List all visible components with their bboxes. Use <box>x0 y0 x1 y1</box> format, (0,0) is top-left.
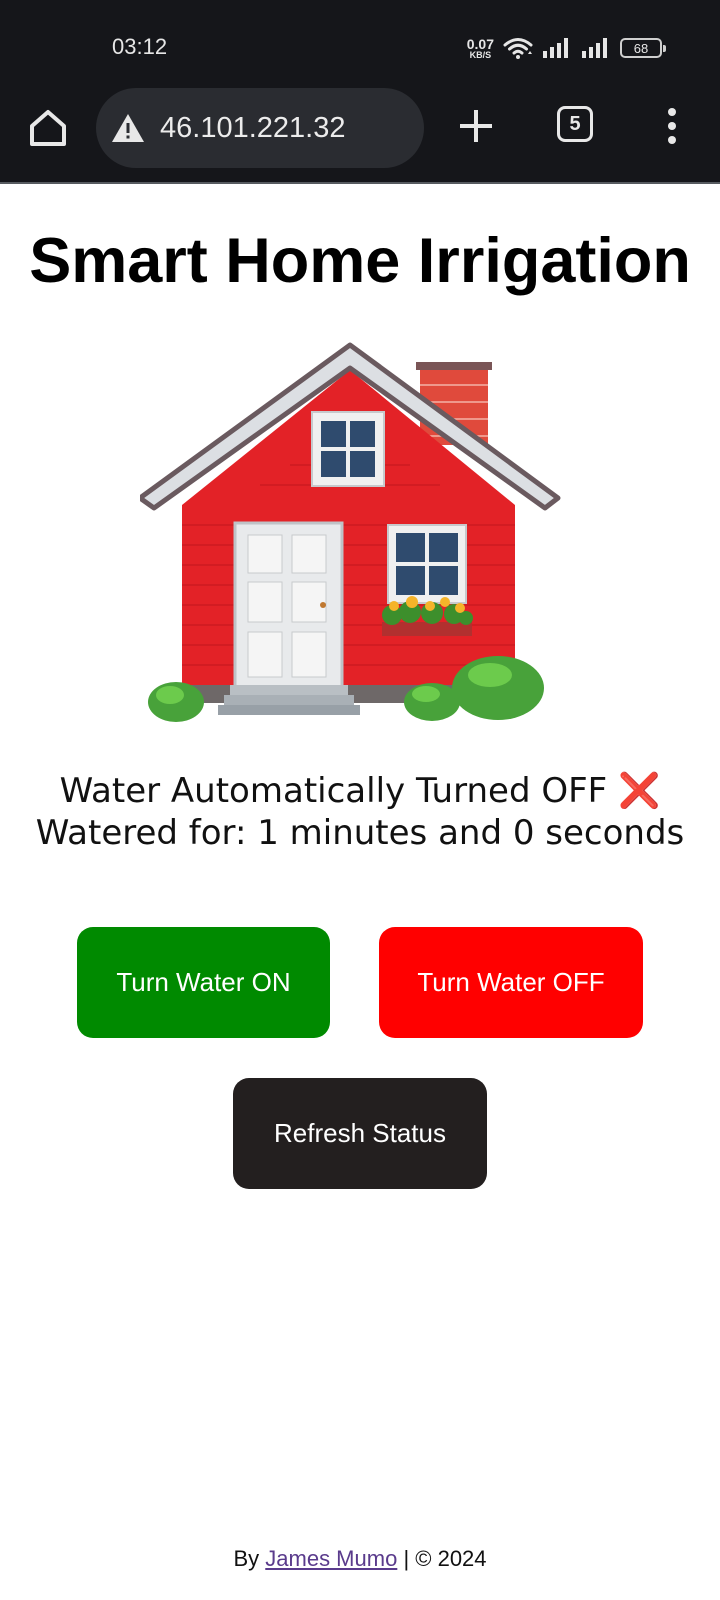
footer-prefix: By <box>233 1546 260 1571</box>
status-time: 03:12 <box>112 34 168 59</box>
more-vert-icon[interactable] <box>662 106 682 146</box>
toolbar-divider <box>0 182 720 184</box>
status-bar: 03:12 0.07 KB/S 68 <box>0 0 720 95</box>
house-illustration <box>140 342 561 722</box>
refresh-status-button[interactable]: Refresh Status <box>233 1078 487 1189</box>
home-icon[interactable] <box>26 106 70 150</box>
turn-water-off-button[interactable]: Turn Water OFF <box>379 927 643 1038</box>
plus-icon[interactable] <box>456 106 496 146</box>
battery-icon: 68 <box>620 38 666 58</box>
author-link[interactable]: James Mumo <box>265 1546 397 1571</box>
wifi-icon <box>503 38 533 59</box>
signal-icon <box>543 38 568 58</box>
browser-toolbar: 46.101.221.32 5 <box>0 84 720 184</box>
battery-level: 68 <box>633 40 649 56</box>
turn-water-on-button[interactable]: Turn Water ON <box>77 927 330 1038</box>
warning-icon[interactable] <box>110 112 146 144</box>
water-status-message: Water Automatically Turned OFF <box>59 771 608 811</box>
water-status: Water Automatically Turned OFF ❌ Watered… <box>0 770 720 854</box>
footer-copyright: | © 2024 <box>403 1546 487 1571</box>
status-icons: 0.07 KB/S 68 <box>467 33 666 63</box>
water-status-line1: Water Automatically Turned OFF ❌ <box>0 770 720 812</box>
network-speed-unit: KB/S <box>469 49 492 60</box>
tab-count: 5 <box>569 112 581 135</box>
watered-duration: Watered for: 1 minutes and 0 seconds <box>35 813 685 853</box>
network-speed: 0.07 KB/S <box>467 37 494 60</box>
tabs-icon[interactable]: 5 <box>557 106 593 142</box>
page-title: Smart Home Irrigation <box>29 226 691 296</box>
address-bar[interactable]: 46.101.221.32 <box>96 88 424 168</box>
network-speed-value: 0.07 <box>466 35 494 52</box>
url-text[interactable]: 46.101.221.32 <box>160 112 345 145</box>
footer: By James Mumo | © 2024 <box>0 1546 720 1572</box>
cross-mark-icon: ❌ <box>618 771 661 811</box>
signal-icon-2 <box>582 38 607 58</box>
